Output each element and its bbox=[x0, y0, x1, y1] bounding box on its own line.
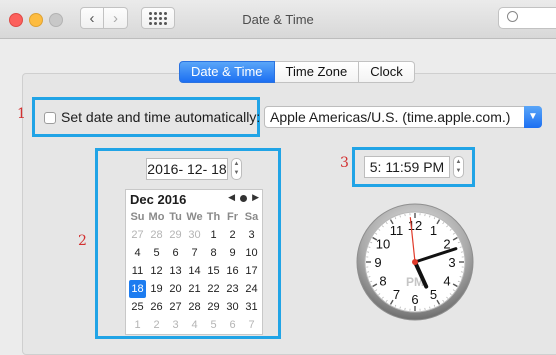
calendar-day[interactable]: 4 bbox=[128, 244, 147, 262]
auto-time-checkbox[interactable] bbox=[44, 112, 56, 124]
clock-numeral: 1 bbox=[430, 223, 437, 238]
search-icon bbox=[507, 11, 518, 22]
auto-time-label: Set date and time automatically: bbox=[61, 109, 260, 125]
weekday-header: Tu bbox=[166, 209, 185, 226]
calendar-day[interactable]: 4 bbox=[185, 316, 204, 334]
calendar-day[interactable]: 29 bbox=[166, 226, 185, 244]
time-stepper[interactable]: ▲ ▼ bbox=[453, 156, 464, 178]
calendar-day[interactable]: 5 bbox=[204, 316, 223, 334]
time-server-value: Apple Americas/U.S. (time.apple.com.) bbox=[270, 109, 510, 125]
calendar-day[interactable]: 6 bbox=[223, 316, 242, 334]
calendar-day[interactable]: 2 bbox=[147, 316, 166, 334]
calendar-day[interactable]: 9 bbox=[223, 244, 242, 262]
calendar-day[interactable]: 1 bbox=[204, 226, 223, 244]
annotation-marker-2: 2 bbox=[78, 233, 87, 249]
clock-face: 121234567891011 PM bbox=[356, 203, 474, 321]
stepper-up-icon: ▲ bbox=[454, 158, 463, 167]
analog-clock[interactable]: 121234567891011 PM bbox=[356, 203, 474, 321]
calendar-day[interactable]: 13 bbox=[166, 262, 185, 280]
calendar-day[interactable]: 3 bbox=[166, 316, 185, 334]
calendar-day[interactable]: 30 bbox=[185, 226, 204, 244]
calendar-day[interactable]: 11 bbox=[128, 262, 147, 280]
calendar-day[interactable]: 22 bbox=[204, 280, 223, 298]
tab-date-time[interactable]: Date & Time bbox=[179, 61, 275, 83]
annotation-marker-3: 3 bbox=[340, 155, 349, 171]
clock-numeral: 7 bbox=[393, 287, 400, 302]
clock-numeral: 12 bbox=[408, 218, 422, 233]
calendar-day[interactable]: 17 bbox=[242, 262, 261, 280]
calendar-day[interactable]: 30 bbox=[223, 298, 242, 316]
tab-clock[interactable]: Clock bbox=[359, 61, 415, 83]
calendar-day[interactable]: 26 bbox=[147, 298, 166, 316]
calendar-day[interactable]: 6 bbox=[166, 244, 185, 262]
clock-numeral: 4 bbox=[443, 274, 450, 289]
clock-numeral: 8 bbox=[379, 274, 386, 289]
weekday-header: Th bbox=[204, 209, 223, 226]
calendar-day[interactable]: 29 bbox=[204, 298, 223, 316]
calendar-day[interactable]: 7 bbox=[185, 244, 204, 262]
tab-bar: Date & Time Time Zone Clock bbox=[179, 61, 415, 83]
calendar-day[interactable]: 8 bbox=[204, 244, 223, 262]
title-bar: ‹ › Date & Time bbox=[0, 0, 556, 39]
calendar-day-selected[interactable]: 18 bbox=[128, 280, 147, 298]
time-server-select[interactable]: Apple Americas/U.S. (time.apple.com.) ▼ bbox=[264, 106, 542, 128]
calendar-nav: ◀ ▶ bbox=[228, 192, 259, 203]
calendar-day[interactable]: 10 bbox=[242, 244, 261, 262]
calendar-day[interactable]: 2 bbox=[223, 226, 242, 244]
date-stepper[interactable]: ▲ ▼ bbox=[231, 158, 242, 180]
calendar-day[interactable]: 1 bbox=[128, 316, 147, 334]
calendar-day[interactable]: 27 bbox=[166, 298, 185, 316]
calendar[interactable]: Dec 2016 ◀ ▶ SuMoTuWeThFrSa2728293012345… bbox=[125, 189, 263, 335]
calendar-day[interactable]: 14 bbox=[185, 262, 204, 280]
calendar-day[interactable]: 31 bbox=[242, 298, 261, 316]
calendar-day[interactable]: 28 bbox=[147, 226, 166, 244]
calendar-day[interactable]: 21 bbox=[185, 280, 204, 298]
weekday-header: Fr bbox=[223, 209, 242, 226]
calendar-day[interactable]: 24 bbox=[242, 280, 261, 298]
weekday-header: Mo bbox=[147, 209, 166, 226]
clock-numeral: 9 bbox=[374, 255, 381, 270]
calendar-day[interactable]: 16 bbox=[223, 262, 242, 280]
stepper-down-icon: ▼ bbox=[454, 167, 463, 176]
annotation-marker-1: 1 bbox=[17, 106, 26, 122]
calendar-day[interactable]: 20 bbox=[166, 280, 185, 298]
window-title: Date & Time bbox=[0, 12, 556, 27]
calendar-day[interactable]: 7 bbox=[242, 316, 261, 334]
clock-numeral: 11 bbox=[390, 223, 404, 238]
calendar-day[interactable]: 19 bbox=[147, 280, 166, 298]
calendar-day[interactable]: 25 bbox=[128, 298, 147, 316]
today-icon[interactable] bbox=[240, 195, 247, 202]
calendar-day[interactable]: 15 bbox=[204, 262, 223, 280]
clock-numeral: 10 bbox=[376, 237, 390, 252]
clock-numeral: 5 bbox=[430, 287, 437, 302]
stepper-up-icon: ▲ bbox=[232, 160, 241, 169]
clock-numeral: 3 bbox=[448, 255, 455, 270]
chevron-down-icon: ▼ bbox=[524, 106, 542, 128]
calendar-day[interactable]: 5 bbox=[147, 244, 166, 262]
weekday-header: Sa bbox=[242, 209, 261, 226]
calendar-day[interactable]: 27 bbox=[128, 226, 147, 244]
time-field[interactable]: 5: 11:59 PM bbox=[364, 156, 450, 178]
next-month-icon[interactable]: ▶ bbox=[252, 192, 259, 203]
calendar-day[interactable]: 28 bbox=[185, 298, 204, 316]
tab-time-zone[interactable]: Time Zone bbox=[275, 61, 360, 83]
clock-numeral: 6 bbox=[411, 292, 418, 307]
calendar-grid: SuMoTuWeThFrSa27282930123456789101112131… bbox=[128, 209, 261, 334]
weekday-header: Su bbox=[128, 209, 147, 226]
weekday-header: We bbox=[185, 209, 204, 226]
calendar-day[interactable]: 12 bbox=[147, 262, 166, 280]
previous-month-icon[interactable]: ◀ bbox=[228, 192, 235, 203]
stepper-down-icon: ▼ bbox=[232, 169, 241, 178]
calendar-month-label: Dec 2016 bbox=[130, 192, 186, 207]
calendar-day[interactable]: 3 bbox=[242, 226, 261, 244]
search-field[interactable] bbox=[498, 7, 556, 29]
calendar-day[interactable]: 23 bbox=[223, 280, 242, 298]
date-field[interactable]: 2016- 12- 18 bbox=[146, 158, 228, 180]
clock-pivot bbox=[412, 259, 418, 265]
